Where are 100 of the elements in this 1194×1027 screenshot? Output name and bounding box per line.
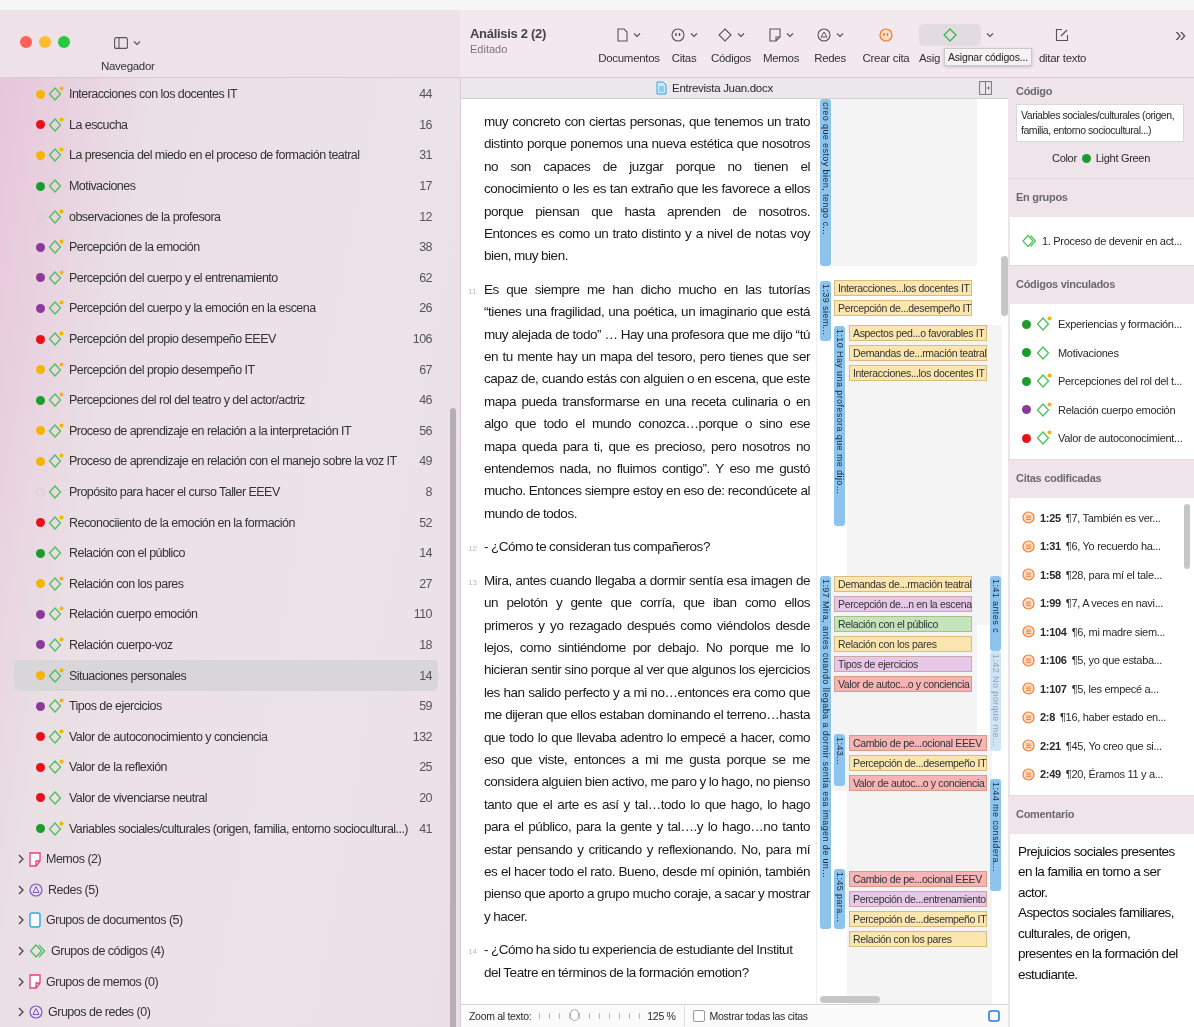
code-item[interactable]: Situaciones personales 14 [14, 660, 438, 691]
paragraph: Mira, antes cuando llegaba a dormir sentía esa imagen de un pelotón y gente que corría, que iban como ellos primeros y yo rezagado después como viéndolos desde lejos, como sintiéndome por debajo. No porque me lo hicieran sentir sino porque al ver que algunos los ejercicios les han salido perfecto y a mi no…entonces era como que me dijeran que ellos estaban dominando el terreno…hasta que todo lo que llevaba adentro lo empecé a hacer, como eso que viste, entonces a mi me gusta porque se me considera alguien bien activo, me paro y lo hago, no pienso tanto que el arte es así y tal…todo lo que hago, lo hago para el público, para la gente y tal….y lo hago…no tanto estar pensando y criticando y reflexionando. No, para mí es el hacer todo el rato. Bueno, desde mí opinión, también pienso que aporto a grupo mucho coraje, a sacar y mostrar y hacer. [484, 571, 810, 926]
count: 25 [419, 760, 432, 775]
line-number: 14 [467, 946, 478, 959]
group-item[interactable]: Grupos de redes (0) [0, 996, 460, 1027]
linked-code-item[interactable]: Percepciones del rol del t... [1022, 367, 1194, 396]
split-view-icon[interactable] [979, 81, 992, 95]
linked-code-item[interactable]: Relación cuerpo emoción [1022, 395, 1194, 424]
zoom-button[interactable] [58, 36, 70, 48]
quote-item[interactable]: 1:99 ¶7, A veces en navi... [1022, 589, 1194, 618]
count: 67 [419, 362, 432, 377]
count: 27 [419, 576, 432, 591]
zoom-slider[interactable] [539, 1011, 640, 1021]
networks-button[interactable]: Redes [808, 10, 852, 64]
code-item[interactable]: Proceso de aprendizaje en relación a la interpretación IT 56 [14, 415, 438, 447]
code-item[interactable]: Percepciones del rol del teatro y del actor/actriz 46 [14, 384, 438, 416]
quotation-bar[interactable]: creo que estoy bien, tengo c... [820, 99, 831, 266]
count: 44 [419, 87, 432, 102]
quotation-bar[interactable]: 1:44 me considera... [990, 779, 1001, 891]
code-tag[interactable]: Interacciones...los docentes IT [834, 280, 972, 296]
code-item[interactable]: Relación cuerpo-voz 18 [14, 629, 438, 661]
code-tag[interactable]: Percepción de...desempeño IT [834, 300, 972, 316]
code-item[interactable]: Percepción del propio desempeño EEEV 106 [14, 323, 438, 355]
quotation-bar[interactable]: 1:45 para... [834, 869, 845, 929]
quote-item[interactable]: 1:58 ¶28, para mí el tale... [1022, 560, 1194, 589]
code-name-field[interactable]: Variables sociales/culturales (origen, familia, entorno sociocultural...) [1016, 104, 1184, 142]
quote-item[interactable]: 1:107 ¶5, les empecé a... [1022, 674, 1194, 703]
code-item[interactable]: Reconociiento de la emoción en la formación 52 [14, 507, 438, 538]
sidebar-icon [114, 37, 129, 49]
quote-item[interactable]: 2:49 ¶20, Éramos 11 y a... [1022, 760, 1194, 789]
code-item[interactable]: Variables sociales/culturales (origen, familia, entorno sociocultural...) 41 [14, 813, 438, 844]
quotation-bar[interactable]: 1:10 Hay una profesora que me dijo... [834, 326, 845, 526]
codes-button[interactable]: Códigos [708, 10, 754, 64]
minimize-button[interactable] [39, 36, 51, 48]
quote-item[interactable]: 1:25 ¶7, También es ver... [1022, 503, 1194, 532]
navigator-button[interactable]: Navegador [101, 32, 155, 72]
group-item[interactable]: Grupos de memos (0) [0, 966, 460, 997]
panel-icon[interactable] [988, 1010, 1000, 1022]
quotation-bar[interactable]: 1:39 siem... [820, 281, 831, 341]
edit-icon [1055, 28, 1069, 42]
linked-code-item[interactable]: Valor de autoconocimient... [1022, 424, 1194, 453]
code-item[interactable]: La presencia del miedo en el proceso de formación teatral 31 [14, 140, 438, 171]
quote-icon [879, 28, 893, 42]
code-item[interactable]: Relación cuerpo emoción 110 [14, 599, 438, 630]
document-status: Editado [470, 43, 509, 55]
code-item[interactable]: Valor de autoconocimiento y conciencia 132 [14, 721, 438, 753]
code-item[interactable]: Percepción de la emoción 38 [14, 231, 438, 263]
scrollbar[interactable] [1184, 503, 1190, 569]
count: 14 [419, 546, 432, 561]
quotation-bar[interactable]: 1:43... [834, 734, 845, 786]
create-quote-button[interactable]: Crear cita [859, 10, 913, 64]
quote-item[interactable]: 2:21 ¶45, Yo creo que si... [1022, 731, 1194, 760]
documents-button[interactable]: Documentos [598, 10, 660, 64]
code-item[interactable]: Propósito para hacer el curso Taller EEEV 8 [14, 476, 438, 508]
show-all-checkbox[interactable]: Mostrar todas las citas [692, 1010, 808, 1022]
edit-text-button[interactable]: ditar texto [1039, 10, 1089, 64]
quotation-bar[interactable]: 1:41 antes c [990, 576, 1001, 651]
line-number: 12 [467, 543, 478, 556]
linked-code-item[interactable]: Experiencias y formación... [1022, 310, 1194, 339]
code-item[interactable]: Percepción del cuerpo y la emoción en la escena 26 [14, 293, 438, 324]
quote-item[interactable]: 1:106 ¶5, yo que estaba... [1022, 646, 1194, 675]
quote-item[interactable]: 1:31 ¶6, Yo recuerdo ha... [1022, 532, 1194, 561]
code-item[interactable]: Motivaciones 17 [14, 170, 438, 202]
quotes-button[interactable]: Citas [666, 10, 702, 64]
more-button[interactable]: » [1170, 22, 1190, 46]
code-item[interactable]: Percepción del cuerpo y el entrenamiento 62 [14, 262, 438, 294]
diamond-icon [717, 28, 732, 42]
code-tag[interactable]: Aspectos ped...o favorables IT [849, 325, 987, 341]
network-icon [29, 1005, 43, 1020]
quote-item[interactable]: 2:8 ¶16, haber estado en... [1022, 703, 1194, 732]
code-item[interactable]: observaciones de la profesora 12 [14, 201, 438, 232]
code-item[interactable]: Relación con el público 14 [14, 537, 438, 569]
document-tab[interactable]: Entrevista Juan.docx [461, 78, 1008, 99]
comment-box[interactable]: Prejuicios sociales presentes en la familia en torno a ser actor. Aspectos sociales familiares, culturales, de origen, presentes en la formación del estudiante. [1010, 833, 1194, 1027]
count: 20 [419, 790, 432, 805]
group-item[interactable]: Redes (5) [0, 874, 460, 906]
group-item[interactable]: Memos (2) [0, 843, 460, 875]
code-item[interactable]: Interacciones con los docentes IT 44 [14, 79, 438, 110]
quote-icon [1022, 596, 1035, 610]
code-item[interactable]: Relación con los pares 27 [14, 568, 438, 600]
scrollbar[interactable] [1001, 256, 1008, 316]
memos-button[interactable]: Memos [760, 10, 802, 64]
count: 56 [419, 423, 432, 438]
code-item[interactable]: Valor de vivenciarse neutral 20 [14, 782, 438, 814]
code-item[interactable]: Valor de la reflexión 25 [14, 752, 438, 783]
linked-code-item[interactable]: Motivaciones [1022, 338, 1194, 367]
diamond-icon [943, 28, 957, 42]
code-item[interactable]: Proceso de aprendizaje en relación con el manejo sobre la voz IT 49 [14, 446, 438, 477]
close-button[interactable] [20, 36, 32, 48]
quotation-bar[interactable]: 1:97 Mira, antes cuando llegaba a dormir sentía esa imagen de un... [820, 576, 831, 929]
memo-icon [768, 28, 781, 42]
quote-item[interactable]: 1:104 ¶6, mi madre siem... [1022, 617, 1194, 646]
code-item[interactable]: Percepción del propio desempeño IT 67 [14, 354, 438, 385]
count: 8 [425, 485, 432, 499]
code-item[interactable]: La escucha 16 [14, 109, 438, 141]
scrollbar[interactable] [450, 408, 456, 1027]
group-item[interactable]: Grupos de documentos (5) [0, 905, 460, 936]
scrollbar[interactable] [820, 996, 880, 1003]
code-item[interactable]: Tipos de ejercicios 59 [14, 690, 438, 722]
group-item[interactable]: Grupos de códigos (4) [0, 935, 460, 967]
